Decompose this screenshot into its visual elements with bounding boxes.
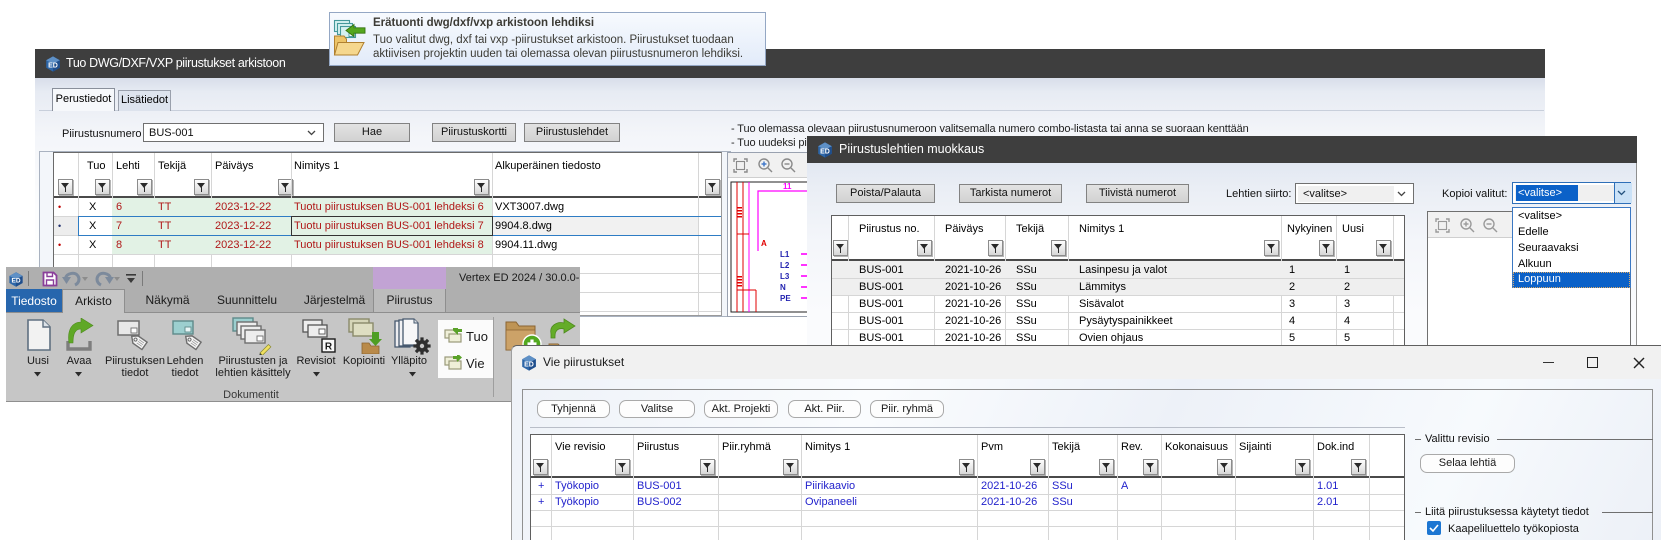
svg-text:ED: ED xyxy=(48,62,58,69)
svg-text:L1: L1 xyxy=(780,250,790,259)
svg-text:L3: L3 xyxy=(780,272,790,281)
svg-text:ED: ED xyxy=(820,148,830,155)
svg-text:11: 11 xyxy=(783,182,792,191)
svg-text:ED: ED xyxy=(11,278,20,285)
svg-text:PE: PE xyxy=(780,294,791,303)
svg-text:L2: L2 xyxy=(780,261,790,270)
svg-text:A: A xyxy=(761,239,767,248)
svg-text:R: R xyxy=(325,342,333,353)
svg-text:ED: ED xyxy=(524,361,534,368)
svg-text:N: N xyxy=(780,283,786,292)
